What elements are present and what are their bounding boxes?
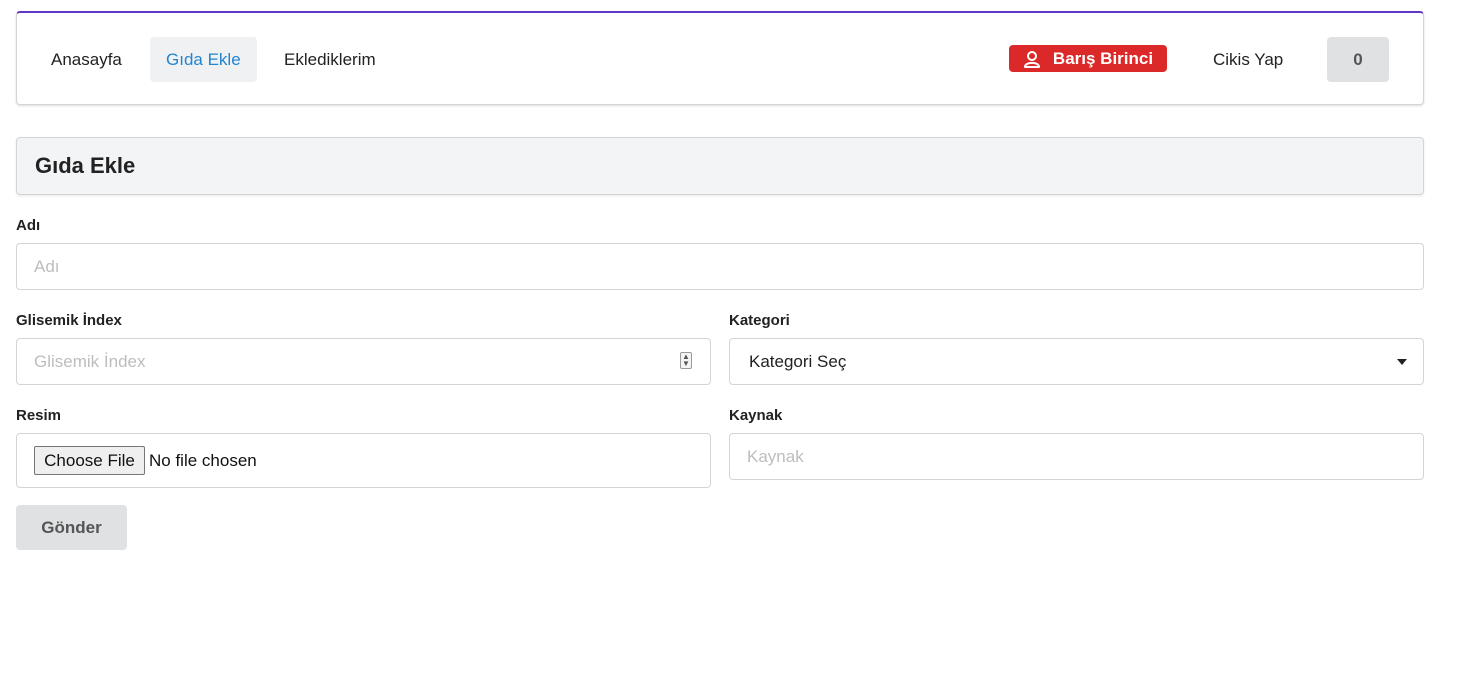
category-label: Kategori bbox=[729, 312, 790, 329]
category-select[interactable]: Kategori Seç bbox=[729, 338, 1424, 385]
image-file-input: Choose File No file chosen bbox=[16, 433, 711, 488]
user-name: Barış Birinci bbox=[1052, 49, 1154, 68]
submit-button[interactable]: Gönder bbox=[16, 505, 127, 550]
category-selected-value: Kategori Seç bbox=[749, 352, 847, 371]
dropdown-caret-icon bbox=[1397, 359, 1407, 365]
nav-item-eklediklerim[interactable]: Eklediklerim bbox=[268, 37, 392, 82]
source-input[interactable] bbox=[729, 433, 1424, 480]
choose-file-button[interactable]: Choose File bbox=[34, 446, 145, 475]
user-icon bbox=[1023, 50, 1041, 68]
name-label: Adı bbox=[16, 217, 41, 234]
user-badge[interactable]: Barış Birinci bbox=[1009, 45, 1167, 72]
name-input[interactable] bbox=[16, 243, 1424, 290]
page-title: Gıda Ekle bbox=[16, 137, 1424, 195]
glycemic-index-field: ▲▼ bbox=[16, 338, 711, 385]
logout-link[interactable]: Cikis Yap bbox=[1197, 37, 1299, 82]
nav-item-gida-ekle[interactable]: Gıda Ekle bbox=[150, 37, 257, 82]
image-label: Resim bbox=[16, 407, 62, 424]
number-stepper-icon[interactable]: ▲ ▼ bbox=[680, 352, 692, 369]
source-label: Kaynak bbox=[729, 407, 783, 424]
top-menu: Anasayfa Gıda Ekle Eklediklerim Barış Bi… bbox=[16, 11, 1424, 105]
glycemic-index-label: Glisemik İndex bbox=[16, 312, 122, 329]
file-status-text: No file chosen bbox=[149, 451, 257, 470]
counter-badge[interactable]: 0 bbox=[1327, 37, 1389, 82]
page: Anasayfa Gıda Ekle Eklediklerim Barış Bi… bbox=[0, 0, 1473, 678]
glycemic-index-input[interactable] bbox=[16, 338, 711, 385]
nav-item-anasayfa[interactable]: Anasayfa bbox=[35, 37, 138, 82]
